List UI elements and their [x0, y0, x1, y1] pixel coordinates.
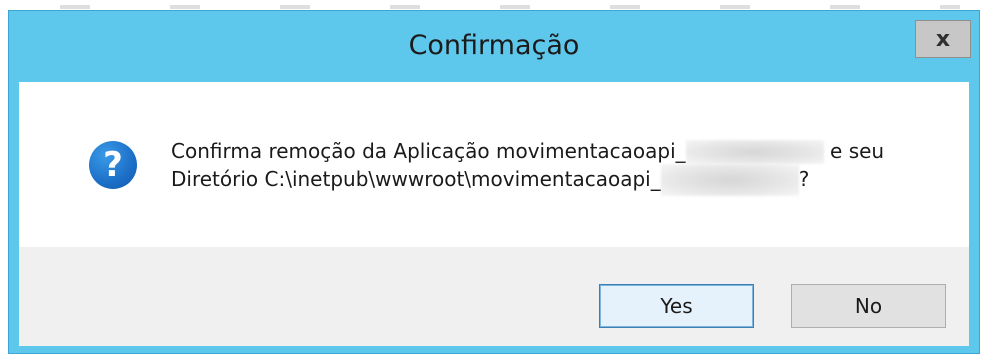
message-line-1-prefix: Confirma remoção da Aplicação movimentac… — [171, 139, 686, 163]
message-area: ? Confirma remoção da Aplicação moviment… — [19, 82, 969, 247]
close-icon: x — [935, 26, 951, 52]
confirmation-dialog: Confirmação x ? Confirma remoção da Apli… — [8, 10, 980, 354]
question-icon: ? — [89, 141, 137, 189]
background-window-edge — [60, 5, 960, 9]
message-line-2-prefix: Diretório C:\inetpub\wwwroot\movimentaca… — [171, 167, 661, 191]
no-button[interactable]: No — [791, 284, 946, 328]
yes-button[interactable]: Yes — [599, 284, 754, 328]
dialog-client-area: ? Confirma remoção da Aplicação moviment… — [19, 82, 969, 346]
close-button[interactable]: x — [915, 20, 971, 58]
title-bar[interactable]: Confirmação x — [9, 11, 979, 81]
redacted-directory-name — [660, 163, 799, 196]
confirmation-message: Confirma remoção da Aplicação movimentac… — [171, 137, 951, 196]
redacted-app-name — [685, 139, 824, 164]
message-line-2: Diretório C:\inetpub\wwwroot\movimentaca… — [171, 163, 951, 196]
button-bar: Yes No — [19, 247, 969, 346]
message-line-1: Confirma remoção da Aplicação movimentac… — [171, 137, 951, 165]
question-glyph: ? — [103, 145, 123, 185]
message-line-1-suffix: e seu — [823, 139, 885, 163]
message-line-2-suffix: ? — [798, 167, 810, 191]
dialog-title: Confirmação — [408, 30, 580, 61]
